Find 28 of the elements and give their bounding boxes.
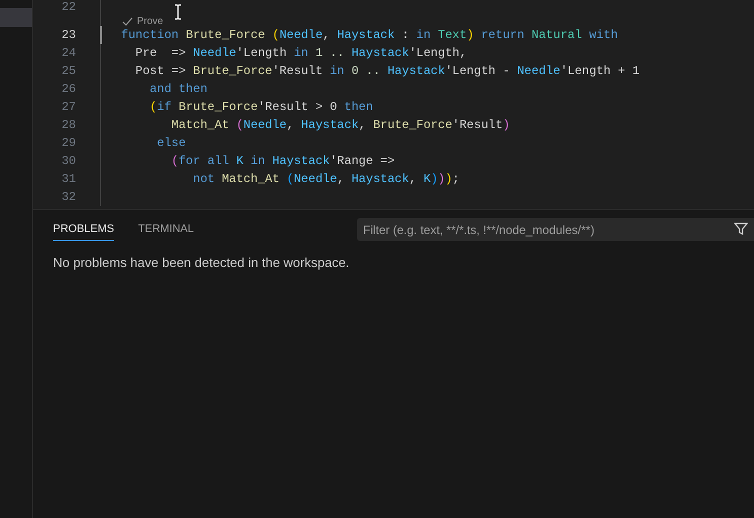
line-number: 25 <box>60 63 76 80</box>
line-number: 26 <box>60 81 76 98</box>
code-line: function Brute_Force (Needle, Haystack : in Text) return Natural with <box>121 27 618 44</box>
code-line: Post => Brute_Force'Result in 0 .. Haystack'Length - Needle'Length + 1 <box>134 63 640 80</box>
code-line: (for all K in Haystack'Range => <box>170 153 395 170</box>
line-number: 23 <box>60 27 76 44</box>
prove-code-lens[interactable]: Prove <box>122 14 164 28</box>
filter-field[interactable]: Filter (e.g. text, **/*.ts, !**/node_modules/**) <box>357 218 754 241</box>
check-icon <box>122 16 133 26</box>
code-line: not Match_At (Needle, Haystack, K))); <box>192 171 460 188</box>
line-number: 22 <box>60 0 76 16</box>
text-cursor-icon <box>174 4 182 20</box>
panel-tab[interactable]: PROBLEMS <box>53 216 114 242</box>
line-number: 28 <box>60 117 76 134</box>
code-line: else <box>156 135 186 152</box>
code-line: Match_At (Needle, Haystack, Brute_Force'Result) <box>170 117 510 134</box>
panel-tab[interactable]: TERMINAL <box>138 216 194 242</box>
line-number: 27 <box>60 99 76 116</box>
code-line: Pre => Needle'Length in 1 .. Haystack'Length, <box>134 45 467 62</box>
line-number: 32 <box>60 189 76 206</box>
line-number: 31 <box>60 171 76 188</box>
line-number: 24 <box>60 45 76 62</box>
filter-icon[interactable] <box>734 222 748 236</box>
code-line: (if Brute_Force'Result > 0 then <box>148 99 374 116</box>
code-line: and then <box>148 81 208 98</box>
line-number: 29 <box>60 135 76 152</box>
line-number: 30 <box>60 153 76 170</box>
status-message: No problems have been detected in the workspace. <box>52 254 350 272</box>
